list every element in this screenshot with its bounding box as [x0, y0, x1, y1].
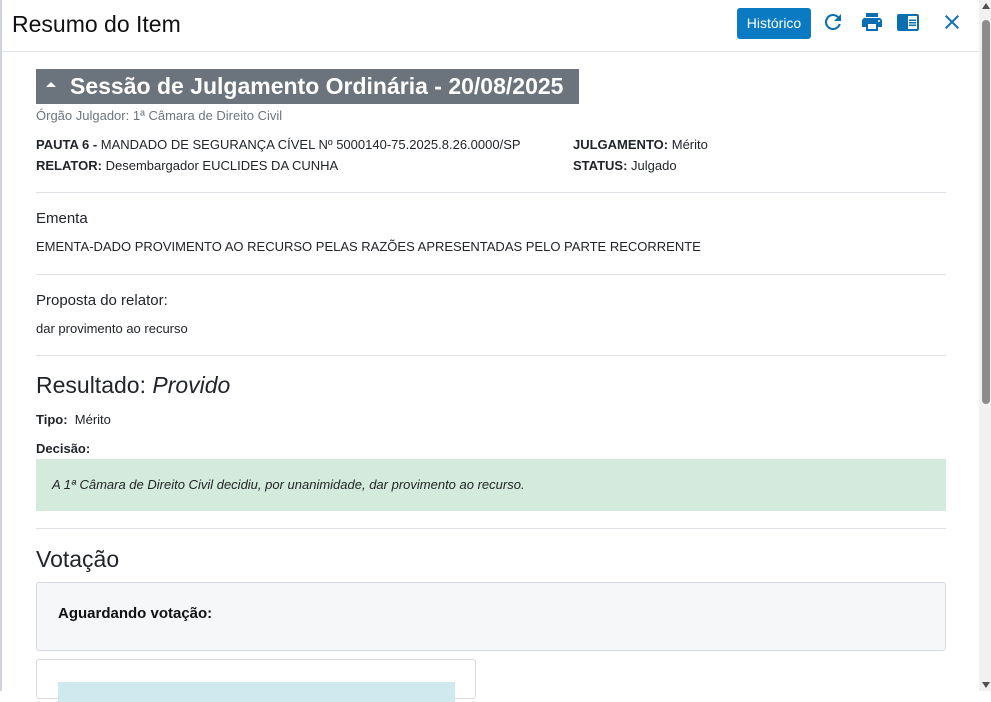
pauta-line: PAUTA 6 - MANDADO DE SEGURANÇA CÍVEL Nº …: [36, 137, 521, 152]
aguardando-label: Aguardando votação:: [58, 605, 213, 622]
julgamento-value: Mérito: [671, 137, 708, 152]
vertical-scrollbar[interactable]: [979, 0, 991, 691]
resultado-label: Resultado:: [36, 372, 146, 398]
resultado-heading: Resultado: Provido: [36, 372, 230, 399]
julgamento-label: JULGAMENTO:: [573, 137, 669, 152]
tipo-value: Mérito: [74, 412, 111, 427]
reader-icon[interactable]: [896, 10, 920, 34]
session-title: Sessão de Julgamento Ordinária - 20/08/2…: [70, 73, 564, 99]
votacao-title: Votação: [36, 546, 120, 572]
refresh-icon[interactable]: [821, 10, 845, 34]
relator-value: Desembargador EUCLIDES DA CUNHA: [105, 158, 339, 173]
pauta-label: PAUTA 6 -: [36, 137, 98, 152]
relator-label: RELATOR:: [36, 158, 102, 173]
modal-header: Resumo do Item Histórico: [2, 0, 979, 52]
historico-button[interactable]: Histórico: [737, 8, 811, 39]
divider: [36, 274, 946, 275]
aguardando-card: Aguardando votação:: [36, 582, 946, 651]
modal-title: Resumo do Item: [12, 11, 181, 37]
julgamento-line: JULGAMENTO: Mérito: [573, 137, 708, 152]
close-icon[interactable]: [940, 10, 964, 34]
status-label: STATUS:: [573, 158, 628, 173]
decisao-label: Decisão:: [36, 441, 91, 456]
resumo-modal: Resumo do Item Histórico Sessão de Julga…: [0, 0, 991, 702]
session-header[interactable]: Sessão de Julgamento Ordinária - 20/08/2…: [36, 69, 579, 104]
decisao-box: A 1ª Câmara de Direito Civil decidiu, po…: [36, 459, 946, 511]
status-line: STATUS: Julgado: [573, 158, 677, 173]
collapse-caret-icon[interactable]: [46, 82, 56, 88]
scroll-down-arrow-icon[interactable]: [982, 682, 990, 688]
status-value: Julgado: [631, 158, 677, 173]
ementa-text: EMENTA-DADO PROVIMENTO AO RECURSO PELAS …: [36, 239, 701, 254]
voto-card-content: [58, 682, 455, 702]
orgao-julgador: Órgão Julgador: 1ª Câmara de Direito Civ…: [36, 108, 283, 123]
divider: [36, 192, 946, 193]
pauta-value: MANDADO DE SEGURANÇA CÍVEL Nº 5000140-75…: [100, 137, 521, 152]
scroll-thumb[interactable]: [982, 20, 990, 404]
relator-line: RELATOR: Desembargador EUCLIDES DA CUNHA: [36, 158, 338, 173]
proposta-text: dar provimento ao recurso: [36, 321, 188, 336]
decisao-line: Decisão:: [36, 441, 90, 456]
tipo-line: Tipo: Mérito: [36, 412, 111, 427]
tipo-label: Tipo:: [36, 412, 68, 427]
voto-card: [36, 659, 476, 702]
proposta-title: Proposta do relator:: [36, 292, 168, 309]
scroll-up-arrow-icon[interactable]: [982, 3, 990, 9]
divider: [36, 355, 946, 356]
divider: [36, 528, 946, 529]
print-icon[interactable]: [860, 10, 884, 34]
resultado-value: Provido: [152, 372, 231, 398]
ementa-title: Ementa: [36, 210, 88, 227]
